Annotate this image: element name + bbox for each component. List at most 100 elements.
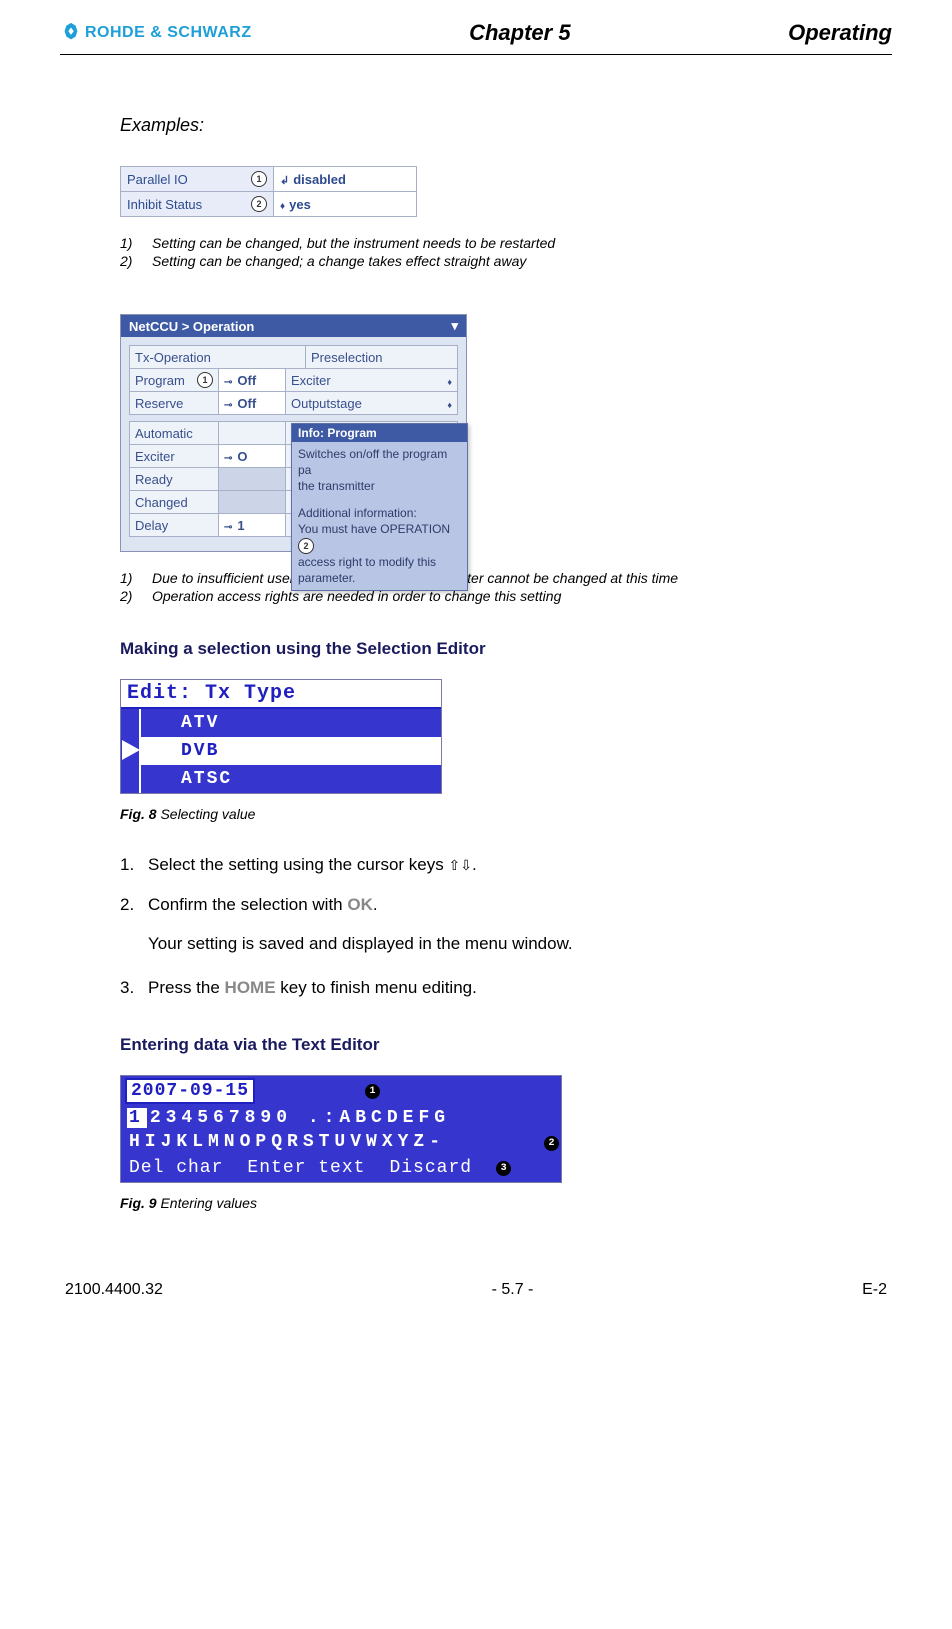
setting-label-cell: Inhibit Status 2 [121,192,274,216]
step-number: 3. [120,975,140,1001]
setting-value: disabled [293,172,346,187]
step-text: Confirm the selection with OK. [148,892,378,918]
section-heading-2: Entering data via the Text Editor [120,1035,832,1055]
examples-heading: Examples: [120,115,832,136]
text-editor: 2007-09-15 1 1234567890 .:ABCDEFG HIJKLM… [120,1075,562,1183]
enter-text-button[interactable]: Enter text [247,1158,365,1178]
character-row-1[interactable]: 1234567890 .:ABCDEFG [121,1106,561,1130]
key-label: HOME [225,978,276,997]
setting-value-cell[interactable]: 1 [219,514,286,536]
window-title: NetCCU > Operation [129,319,254,334]
footer-left: 2100.4400.32 [65,1281,163,1299]
step-number: 1. [120,852,140,878]
discard-button[interactable]: Discard [389,1158,472,1178]
window-titlebar: NetCCU > Operation ▾ [121,315,466,337]
notes-1: 1) Setting can be changed, but the instru… [120,235,832,269]
setting-value-cell[interactable]: yes [274,192,416,216]
annotation-badge: 1 [197,372,213,388]
tooltip-title: Info: Program [292,424,467,442]
tooltip-text: parameter. [298,570,461,586]
notes-2: 1)Due to insufficient user rights, the s… [120,570,832,604]
selected-char: 1 [127,1108,147,1128]
annotation-badge: 1 [365,1084,380,1099]
lock-icon [224,373,234,388]
table-row: Inhibit Status 2 yes [121,192,416,216]
note-text: Setting can be changed; a change takes e… [152,253,526,269]
setting-value-cell[interactable]: Off [219,392,286,414]
editor-actions: Del char Enter text Discard 3 [121,1154,561,1180]
annotation-badge: 1 [251,171,267,187]
company-symbol-icon [60,22,82,44]
section-title-header: Operating [788,20,892,46]
setting-label-cell: Parallel IO 1 [121,167,274,191]
spinner-icon[interactable] [447,396,452,411]
instruction-steps: 1. Select the setting using the cursor k… [120,852,832,1000]
selection-option-selected[interactable]: DVB [139,737,441,765]
setting-label: Preselection [306,346,457,368]
date-input-field[interactable]: 2007-09-15 [125,1078,255,1104]
setting-label: Automatic [130,422,219,444]
setting-label: Exciter [291,373,331,388]
table-row: Parallel IO 1 disabled [121,167,416,192]
note-number: 1) [120,235,142,251]
status-indicator [219,491,286,513]
setting-label: Changed [130,491,219,513]
tooltip-text: You must have OPERATION 2 [298,521,461,554]
lock-icon [224,396,234,411]
setting-value-cell[interactable]: O [219,445,286,467]
setting-label-cell: Program 1 [130,369,219,391]
annotation-badge: 3 [496,1161,511,1176]
setting-value-cell[interactable]: Off [219,369,286,391]
footer-right: E-2 [862,1281,887,1299]
step-number: 2. [120,892,140,918]
dropdown-icon[interactable]: ▾ [451,318,458,334]
del-char-button[interactable]: Del char [129,1158,223,1178]
tooltip-text: the transmitter [298,478,461,494]
setting-label: Delay [130,514,219,536]
tooltip-text: access right to modify this [298,554,461,570]
setting-label: Outputstage [291,396,362,411]
note-number: 2) [120,253,142,269]
setting-label: Program [135,373,185,388]
setting-label-cell: Exciter [286,369,457,391]
lock-icon [224,518,234,533]
figure-caption-8: Fig. 8 Selecting value [120,806,832,822]
figure-caption-9: Fig. 9 Entering values [120,1195,832,1211]
spinner-icon[interactable] [447,373,452,388]
page-header: ROHDE & SCHWARZ Chapter 5 Operating [60,20,892,55]
spinner-icon [280,197,285,212]
key-label: OK [347,895,373,914]
tooltip-text: Additional information: [298,505,461,521]
status-indicator [219,468,286,490]
section-heading-1: Making a selection using the Selection E… [120,639,832,659]
annotation-badge: 2 [298,538,314,554]
setting-label: Parallel IO [127,172,188,187]
brand-logo: ROHDE & SCHWARZ [60,22,252,44]
setting-value-cell[interactable]: disabled [274,167,416,191]
chapter-title: Chapter 5 [469,20,570,46]
restart-required-icon [280,172,289,187]
cursor-arrows-icon: ⇧⇩ [449,857,472,873]
brand-text: ROHDE & SCHWARZ [85,24,252,42]
note-number: 1) [120,570,142,586]
info-tooltip: Info: Program Switches on/off the progra… [291,423,468,591]
setting-label: Exciter [130,445,219,467]
selection-option[interactable]: ATV [139,709,441,737]
step-text: Press the HOME key to finish menu editin… [148,975,477,1001]
setting-value: yes [289,197,311,212]
setting-label: Reserve [130,392,219,414]
annotation-badge: 2 [251,196,267,212]
step-subtext: Your setting is saved and displayed in t… [148,931,832,957]
note-text: Setting can be changed, but the instrume… [152,235,555,251]
character-row-2[interactable]: HIJKLMNOPQRSTUVWXYZ- 2 [121,1130,561,1154]
lock-icon [224,449,234,464]
step-text: Select the setting using the cursor keys… [148,852,477,878]
setting-label: Tx-Operation [130,346,306,368]
setting-label-cell: Outputstage [286,392,457,414]
setting-value-cell [219,422,286,444]
editor-title: Edit: Tx Type [121,680,441,709]
note-number: 2) [120,588,142,604]
selection-option[interactable]: ATSC [139,765,441,793]
footer-center: - 5.7 - [492,1281,534,1299]
setting-label: Ready [130,468,219,490]
